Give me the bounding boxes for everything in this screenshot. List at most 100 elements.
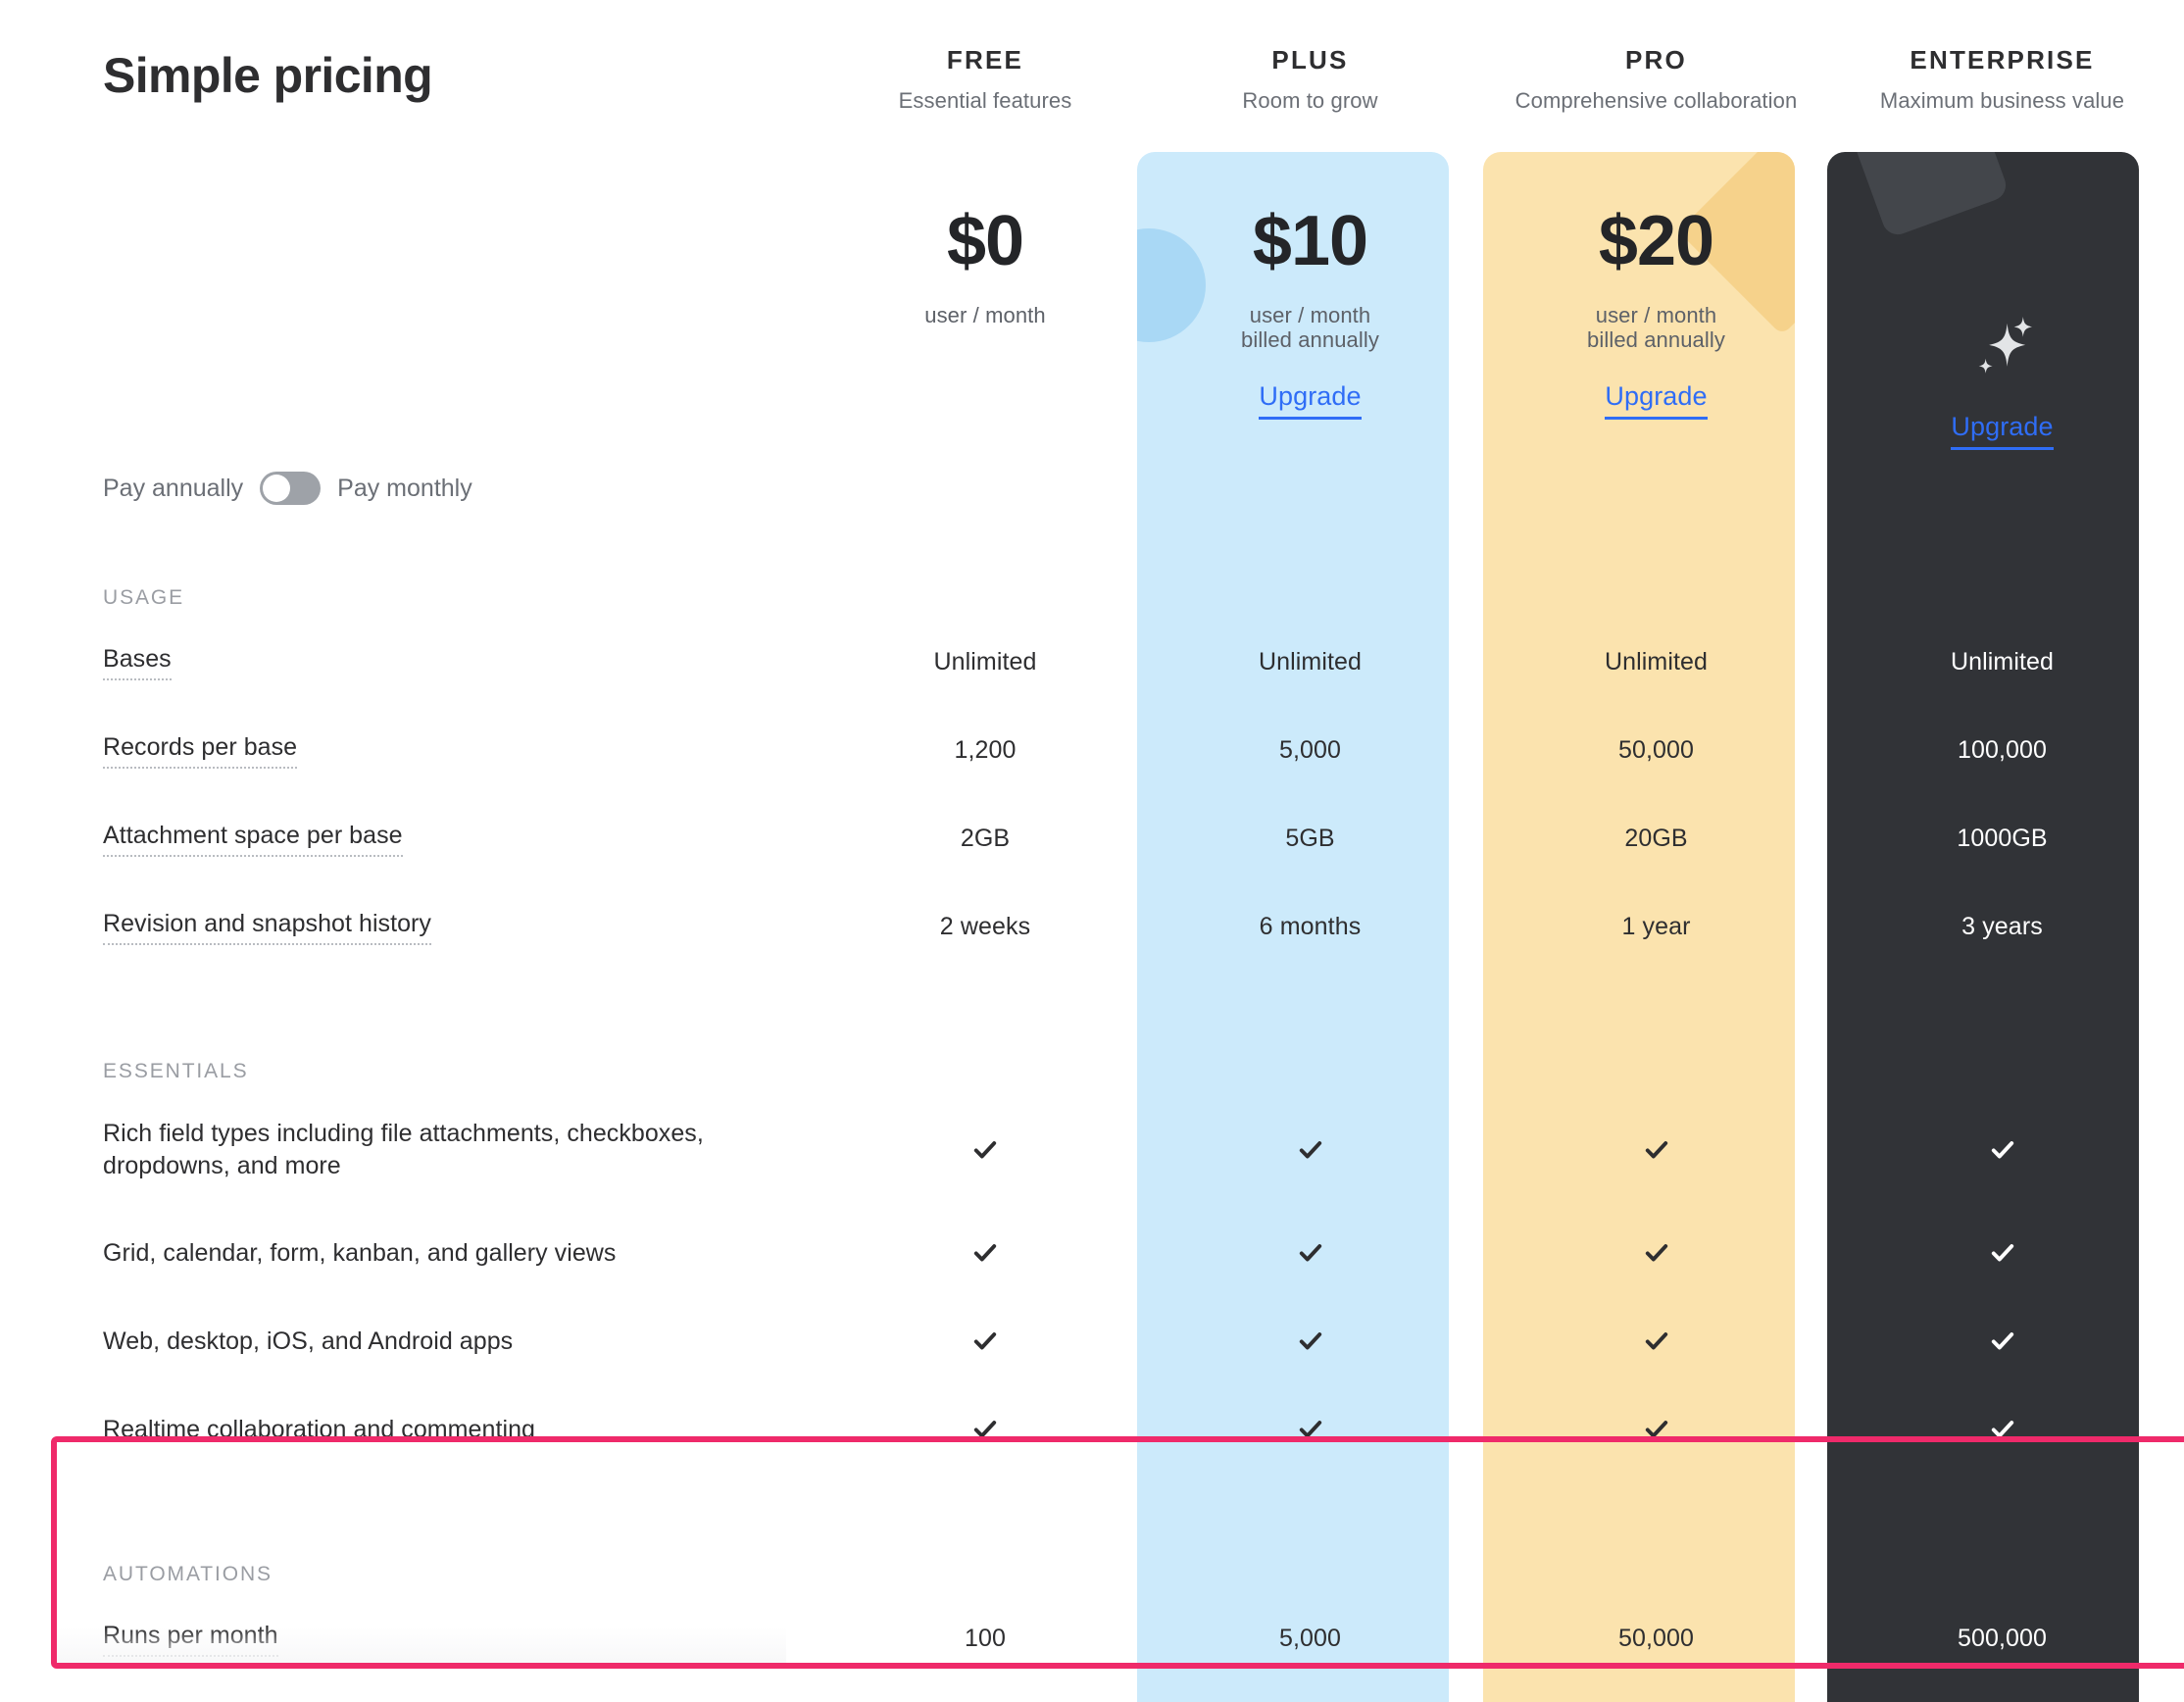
feature-value-pro: 50,000 [1483,1594,1829,1682]
section-title-cell: AUTOMATIONS [0,1563,833,1594]
feature-value-free: 1,200 [833,706,1137,794]
price-row: $0 user / month $10 user / month billed … [0,152,2184,452]
section-header-row: AUTOMATIONS [0,1501,2184,1594]
checkmark-icon [1645,1244,1667,1262]
feature-value-plus [1137,1091,1483,1209]
feature-value-enterprise: 500,000 [1829,1594,2175,1682]
feature-label[interactable]: Bases [103,643,172,680]
plan-tagline-plus: Room to grow [1242,88,1378,113]
plan-tagline-pro: Comprehensive collaboration [1514,88,1798,113]
feature-value-text: 5,000 [1278,1624,1342,1652]
checkmark-icon [1299,1141,1321,1159]
feature-row: Revision and snapshot history 2 weeks 6 mo… [0,882,2184,971]
price-amount-pro: $20 [1598,202,1714,280]
feature-label-cell: Attachment space per base [0,794,833,882]
feature-value-text: 2GB [960,824,1011,852]
plan-tagline-enterprise: Maximum business value [1879,88,2125,113]
feature-label[interactable]: Revision and snapshot history [103,908,431,945]
feature-value-free [833,1091,1137,1209]
billing-toggle-switch[interactable] [260,472,322,505]
feature-value-plus: 5GB [1137,794,1483,882]
checkmark-icon [1991,1332,2013,1350]
feature-value-enterprise [1829,1385,2175,1474]
feature-value-text: 500,000 [1957,1624,2048,1652]
checkmark-icon [1645,1421,1667,1438]
feature-label-cell: Bases [0,618,833,706]
feature-label[interactable]: Attachment space per base [103,820,403,857]
feature-value-pro [1483,1091,1829,1209]
feature-value-text: 2 weeks [939,912,1031,940]
feature-value-text: 50,000 [1617,1624,1695,1652]
feature-row: Realtime collaboration and commenting [0,1385,2184,1474]
price-unit-pro: user / month billed annually [1587,303,1725,352]
feature-value-text: 1,200 [954,735,1017,764]
upgrade-button-plus[interactable]: Upgrade [1259,381,1362,421]
upgrade-button-pro[interactable]: Upgrade [1605,381,1708,421]
feature-value-pro: 20GB [1483,794,1829,882]
pricing-table: Simple pricing FREE Essential features P… [0,0,2184,1702]
toggle-row-spacer-free [833,452,1137,525]
page-title-cell: Simple pricing [0,0,833,104]
checkmark-icon [1299,1421,1321,1438]
feature-row: Attachment space per base 2GB 5GB 20GB 1000G… [0,794,2184,882]
feature-label-cell: Grid, calendar, form, kanban, and galler… [0,1209,833,1297]
section-title: ESSENTIALS [103,1060,249,1082]
feature-value-pro: 50,000 [1483,706,1829,794]
feature-value-text: 100,000 [1957,735,2048,764]
feature-value-free [833,1297,1137,1385]
price-amount-free: $0 [946,202,1024,280]
checkmark-icon [1645,1141,1667,1159]
feature-value-pro: 1 year [1483,1682,1829,1702]
price-unit-line1-pro: user / month [1595,303,1717,327]
feature-label: Web, desktop, iOS, and Android apps [103,1327,514,1355]
feature-value-enterprise [1829,1209,2175,1297]
price-unit-line2-plus: billed annually [1241,326,1379,352]
feature-value-plus: 6 months [1137,882,1483,971]
feature-value-plus [1137,1297,1483,1385]
upgrade-button-enterprise[interactable]: Upgrade [1951,412,2054,450]
feature-value-text: Unlimited [1258,647,1363,676]
feature-value-free [833,1385,1137,1474]
feature-value-text: 1000GB [1957,824,2048,852]
feature-value-enterprise: 3 years [1829,882,2175,971]
billing-toggle[interactable]: Pay annually Pay monthly [103,472,472,505]
plan-header-enterprise: ENTERPRISE Maximum business value [1829,0,2175,114]
feature-value-enterprise [1829,1297,2175,1385]
feature-value-free: 2 weeks [833,1682,1137,1702]
feature-label-cell: Records per base [0,706,833,794]
feature-label: Rich field types including file attachme… [103,1120,704,1179]
plan-header-plus: PLUS Room to grow [1137,0,1483,114]
sparkle-icon [1978,316,2032,374]
feature-value-free: Unlimited [833,618,1137,706]
section-title: USAGE [103,586,185,609]
checkmark-icon [973,1244,997,1262]
price-cell-pro: $20 user / month billed annually Upgrade [1483,152,1829,421]
checkmark-icon [1991,1141,2013,1159]
feature-label: Grid, calendar, form, kanban, and galler… [103,1238,617,1267]
feature-label[interactable]: Records per base [103,731,298,769]
feature-value-text: 3 years [1961,912,2043,940]
feature-label: Realtime collaboration and commenting [103,1415,535,1443]
feature-value-pro [1483,1385,1829,1474]
checkmark-icon [973,1141,997,1159]
price-unit-free: user / month [924,303,1045,328]
feature-value-text: 5GB [1285,824,1335,852]
feature-value-plus [1137,1385,1483,1474]
section-title-cell: USAGE [0,586,833,618]
plan-header-free: FREE Essential features [833,0,1137,114]
feature-label-cell: Realtime collaboration and commenting [0,1385,833,1474]
feature-value-pro [1483,1297,1829,1385]
checkmark-icon [973,1421,997,1438]
price-cell-plus: $10 user / month billed annually Upgrade [1137,152,1483,421]
feature-value-text: 5,000 [1278,735,1342,764]
feature-value-free: 2GB [833,794,1137,882]
feature-value-enterprise: 100,000 [1829,706,2175,794]
feature-value-text: 100 [964,1624,1006,1652]
feature-row: Web, desktop, iOS, and Android apps [0,1297,2184,1385]
toggle-row-spacer-plus [1137,452,1483,525]
toggle-label-monthly: Pay monthly [337,474,472,502]
plan-tagline-free: Essential features [898,88,1072,113]
feature-value-enterprise: 3 years [1829,1682,2175,1702]
feature-value-enterprise: 1000GB [1829,794,2175,882]
